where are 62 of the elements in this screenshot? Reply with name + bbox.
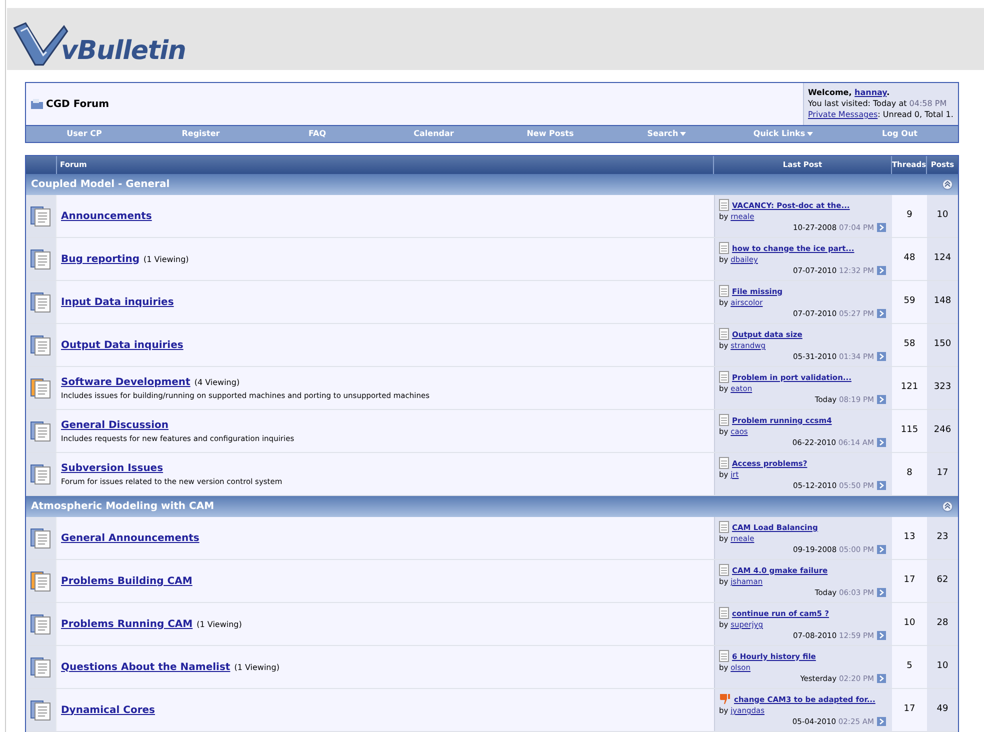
table-cell: 48: [892, 238, 927, 280]
table-cell: 62: [927, 560, 958, 602]
table-cell: 17: [892, 560, 927, 602]
table-cell: 8: [892, 453, 927, 495]
table-cell: 115: [892, 410, 927, 452]
forum-link[interactable]: Dynamical Cores: [61, 702, 155, 718]
go-to-post-icon[interactable]: [877, 266, 886, 275]
viewing-count: (1 Viewing): [234, 662, 280, 674]
username-link[interactable]: hannay: [854, 88, 887, 97]
viewing-count: (4 Viewing): [194, 377, 240, 389]
go-to-post-icon[interactable]: [877, 309, 886, 318]
go-to-post-icon[interactable]: [877, 545, 886, 554]
last-visit-text: You last visited: Today at 04:58 PM: [808, 98, 948, 109]
table-cell: 23: [927, 517, 958, 559]
collapse-icon[interactable]: [942, 179, 953, 190]
forum-link[interactable]: Problems Running CAM: [61, 616, 193, 632]
folder-icon: [31, 99, 43, 109]
table-cell: 10: [892, 603, 927, 645]
go-to-post-icon[interactable]: [877, 588, 886, 597]
forum-link[interactable]: Bug reporting: [61, 252, 140, 266]
table-cell: 5: [892, 646, 927, 688]
go-to-post-icon[interactable]: [877, 438, 886, 447]
viewing-count: (1 Viewing): [196, 618, 242, 630]
viewing-count: (1 Viewing): [144, 254, 189, 266]
table-cell: 17: [892, 689, 927, 731]
forum-link[interactable]: Announcements: [61, 208, 152, 224]
table-cell: 58: [892, 324, 927, 366]
forum-link[interactable]: Input Data inquiries: [61, 294, 174, 310]
table-cell: 59: [892, 281, 927, 323]
go-to-post-icon[interactable]: [877, 674, 886, 683]
logo-text: vBulletin: [61, 38, 186, 64]
table-cell: 150: [927, 324, 958, 366]
table-cell: 124: [927, 238, 958, 280]
table-cell: 13: [892, 517, 927, 559]
go-to-post-icon[interactable]: [877, 223, 886, 232]
forum-link[interactable]: Output Data inquiries: [61, 338, 184, 352]
go-to-post-icon[interactable]: [877, 352, 886, 361]
forum-title[interactable]: CGD Forum: [46, 96, 110, 112]
go-to-post-icon[interactable]: [877, 481, 886, 490]
table-cell: 10: [927, 646, 958, 688]
collapse-icon[interactable]: [942, 501, 953, 512]
forum-link[interactable]: Software Development: [61, 375, 190, 390]
table-cell: 17: [927, 453, 958, 495]
forum-link[interactable]: Questions About the Namelist: [61, 660, 230, 674]
table-cell: 49: [927, 689, 958, 731]
table-cell: 28: [927, 603, 958, 645]
forum-link[interactable]: Problems Building CAM: [61, 574, 192, 588]
go-to-post-icon[interactable]: [877, 717, 886, 726]
table-cell: 323: [927, 367, 958, 409]
welcome-text: Welcome, hannay.: [808, 87, 891, 98]
table-cell: 9: [892, 195, 927, 237]
go-to-post-icon[interactable]: [877, 631, 886, 640]
table-cell: 121: [892, 367, 927, 409]
table-cell: 10: [927, 195, 958, 237]
forum-link[interactable]: General Discussion: [61, 418, 169, 433]
forum-link[interactable]: Subversion Issues: [61, 461, 164, 476]
go-to-post-icon[interactable]: [877, 395, 886, 404]
table-cell: 148: [927, 281, 958, 323]
forum-link[interactable]: General Announcements: [61, 530, 200, 546]
private-messages-text: Private Messages: Unread 0, Total 1.: [808, 109, 954, 120]
table-cell: 246: [927, 410, 958, 452]
private-messages-link[interactable]: Private Messages: [808, 110, 878, 119]
